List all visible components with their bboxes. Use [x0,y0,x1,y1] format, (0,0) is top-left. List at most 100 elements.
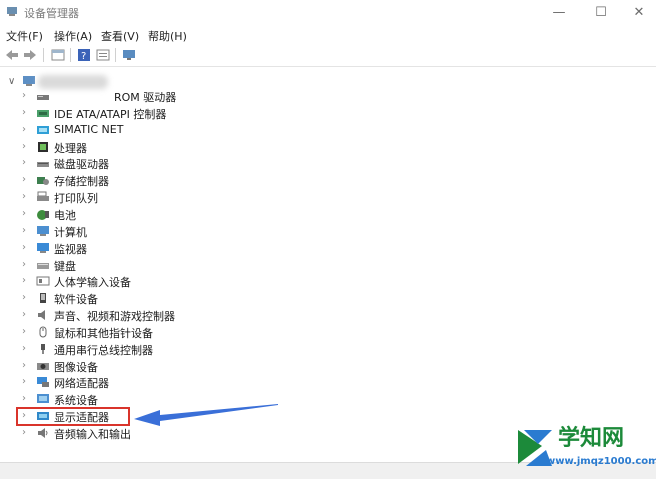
tree-item[interactable]: › 网络适配器 [0,374,600,391]
printer-icon [37,191,49,202]
chevron-right-icon[interactable]: › [22,225,30,237]
tree-item[interactable]: › 软件设备 [0,290,600,307]
device-manager-icon [7,7,17,16]
tree-item[interactable]: › 磁盘驱动器 [0,155,600,172]
tree-item-label: 处理器 [54,141,87,155]
tree-item[interactable]: › 通用串行总线控制器 [0,341,600,358]
help-icon: ? [78,49,90,62]
highlight-box [16,407,130,426]
chevron-right-icon[interactable]: › [22,242,30,254]
tree-item[interactable]: › 键盘 [0,257,600,274]
chevron-right-icon[interactable]: › [22,124,30,136]
chevron-right-icon[interactable]: › [22,259,30,271]
chevron-right-icon[interactable]: › [22,292,30,304]
hid-icon [36,276,50,286]
tree-item-label: 监视器 [54,242,87,256]
chevron-right-icon[interactable]: › [22,309,30,321]
menu-bar: 文件(F) 操作(A) 查看(V) 帮助(H) [0,26,656,44]
menu-file[interactable]: 文件(F) [6,28,43,44]
maximize-button[interactable]: ☐ [582,0,620,24]
svg-text:?: ? [81,51,86,62]
properties-button[interactable] [50,47,66,63]
chevron-right-icon[interactable]: › [22,275,30,287]
software-device-icon [40,293,46,304]
tree-item-label: 键盘 [54,259,76,273]
tree-item[interactable]: › 声音、视频和游戏控制器 [0,307,600,324]
tree-item[interactable]: › 计算机 [0,223,600,240]
tree-root[interactable]: ∨ [0,71,600,89]
sound-icon [38,310,45,321]
tree-item-label: ROM 驱动器 [114,91,177,104]
toolbar-separator [115,48,116,62]
scan-hardware-button[interactable] [121,47,137,63]
chevron-right-icon[interactable]: › [22,343,30,355]
chevron-down-icon[interactable]: ∨ [8,76,15,87]
chevron-right-icon[interactable]: › [22,191,30,203]
chevron-right-icon[interactable]: › [22,90,30,102]
menu-action[interactable]: 操作(A) [54,28,92,44]
tree-item-label: 通用串行总线控制器 [54,343,153,357]
tree-item[interactable]: › 监视器 [0,240,600,257]
window-title: 设备管理器 [24,7,79,20]
simatic-net-icon [37,125,49,134]
chevron-right-icon[interactable]: › [22,107,30,119]
system-device-icon [37,394,49,404]
watermark-url: www.jmqz1000.com [546,456,656,467]
tree-item[interactable]: › IDE ATA/ATAPI 控制器 [0,105,600,122]
pointer-arrow-icon [134,404,278,426]
tree-item[interactable]: › 处理器 [0,139,600,156]
toolbar-separator [43,48,44,62]
close-button[interactable]: ✕ [620,0,656,24]
usb-icon [41,343,45,354]
chevron-right-icon[interactable]: › [22,141,30,153]
chevron-right-icon[interactable]: › [22,174,30,186]
tree-item-label: SIMATIC NET [54,122,124,136]
view-button[interactable] [95,47,111,63]
tree-item[interactable]: › 电池 [0,206,600,223]
tree-item[interactable]: › 存储控制器 [0,172,600,189]
tree-item-label: IDE ATA/ATAPI 控制器 [54,107,167,121]
tree-item-label: 电池 [54,208,76,222]
tree-item[interactable]: › 图像设备 [0,358,600,375]
tree-item-label: 音频输入和输出 [54,428,131,441]
chevron-right-icon[interactable]: › [22,157,30,169]
back-button[interactable] [4,47,20,63]
toolbar: ? [0,44,656,67]
watermark-name: 学知网 [558,426,625,451]
tree-item[interactable]: › 系统设备 [0,391,600,408]
network-adapter-icon [37,377,49,388]
menu-help[interactable]: 帮助(H) [148,28,187,44]
chevron-right-icon[interactable]: › [22,376,30,388]
tree-item[interactable]: › 人体学输入设备 [0,273,600,290]
forward-arrow-icon [24,50,36,60]
watermark: 学知网 www.jmqz1000.com [512,418,656,478]
tree-item[interactable]: › ROM 驱动器 [0,88,600,105]
chevron-right-icon[interactable]: › [22,393,30,405]
tree-item-label: 软件设备 [54,293,98,307]
disk-drive-icon [37,162,49,168]
minimize-button[interactable]: — [540,0,578,24]
tree-item-label: 计算机 [54,225,87,239]
chevron-right-icon[interactable]: › [22,360,30,372]
dvd-drive-icon [37,95,49,100]
forward-button[interactable] [22,47,38,63]
tree-item-label: 鼠标和其他指针设备 [54,326,153,340]
view-list-icon [96,49,110,61]
chevron-right-icon[interactable]: › [22,326,30,338]
camera-icon [37,362,49,370]
tree-item-label: 系统设备 [54,394,98,408]
tree-item[interactable]: › 鼠标和其他指针设备 [0,324,600,341]
menu-view[interactable]: 查看(V) [101,28,139,44]
keyboard-icon [37,262,49,269]
chevron-right-icon[interactable]: › [22,427,30,439]
audio-io-icon [38,428,48,438]
tree-item[interactable]: › SIMATIC NET [0,122,600,139]
ide-controller-icon [37,109,49,117]
storage-controller-icon [37,177,49,186]
chevron-right-icon[interactable]: › [22,208,30,220]
tree-item[interactable]: › 音频输入和输出 [0,425,600,442]
toolbar-separator [70,48,71,62]
properties-icon [51,49,65,61]
tree-item[interactable]: › 打印队列 [0,189,600,206]
help-button[interactable]: ? [76,47,92,63]
